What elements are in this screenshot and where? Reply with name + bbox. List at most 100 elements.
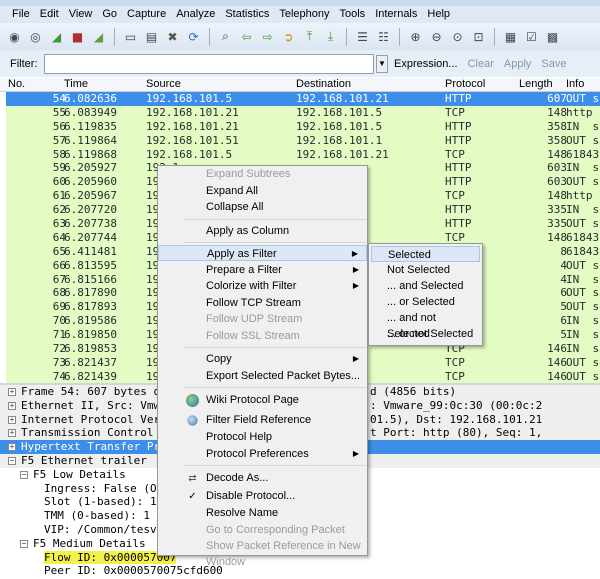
menu-expand-subtrees[interactable]: Expand Subtrees (158, 166, 367, 182)
menu-wiki-protocol-page[interactable]: Wiki Protocol Page (158, 392, 367, 408)
menu-copy[interactable]: Copy ▶ (158, 351, 367, 367)
close-file-button[interactable]: ✖ (164, 28, 181, 45)
tree-item-text-continued: 01.5), Dst: 192.168.101.21 (370, 412, 543, 426)
clear-button[interactable]: Clear (468, 58, 494, 70)
collapse-icon[interactable]: − (20, 539, 28, 548)
go-first-button[interactable]: ⤒ (301, 28, 318, 45)
cell-time: 6.819850 (64, 328, 117, 342)
menu-go[interactable]: Go (102, 6, 117, 23)
submenu-item-and-not-selected[interactable]: ... and not Selected (371, 310, 480, 340)
menu-protocol-preferences[interactable]: Protocol Preferences ▶ (158, 446, 367, 462)
menu-internals[interactable]: Internals (375, 6, 417, 23)
reload-button[interactable]: ⟳ (185, 28, 202, 45)
menu-protocol-help[interactable]: Protocol Help (158, 429, 367, 445)
expand-icon[interactable]: + (8, 429, 16, 438)
filter-input[interactable] (44, 53, 374, 74)
apply-button[interactable]: Apply (504, 58, 532, 70)
go-back-button[interactable]: ⇦ (238, 28, 255, 45)
menu-view[interactable]: View (69, 6, 93, 23)
auto-scroll-button[interactable]: ☷ (375, 28, 392, 45)
save-button[interactable]: Save (541, 58, 566, 70)
zoom-in-button[interactable]: ⊕ (407, 28, 424, 45)
menu-expand-all[interactable]: Expand All (158, 183, 367, 199)
filter-dropdown-button[interactable]: ▼ (376, 54, 388, 73)
menu-statistics[interactable]: Statistics (225, 6, 269, 23)
cell-info: OUT s (566, 286, 600, 300)
column-header-destination[interactable]: Destination (296, 78, 351, 90)
start-capture-button[interactable]: ◢ (48, 28, 65, 45)
submenu-item-or-selected[interactable]: ... or Selected (371, 294, 480, 310)
column-header-protocol[interactable]: Protocol (445, 78, 485, 90)
expand-icon[interactable]: + (8, 401, 16, 410)
menu-decode-as[interactable]: ⇄ Decode As... (158, 470, 367, 486)
menu-follow-udp[interactable]: Follow UDP Stream (158, 311, 367, 327)
cell-length: 603 (547, 175, 567, 189)
submenu-item-selected[interactable]: Selected (371, 246, 480, 262)
menu-apply-as-column[interactable]: Apply as Column (158, 223, 367, 239)
menu-tools[interactable]: Tools (340, 6, 366, 23)
go-forward-icon: ⇨ (262, 29, 273, 44)
packet-row[interactable]: 54 6.082636 192.168.101.5 192.168.101.21 HTT… (6, 92, 600, 106)
tree-item-text: F5 Low Details (33, 467, 126, 481)
column-header-no[interactable]: No. (8, 78, 25, 90)
decode-icon: ⇄ (188, 473, 197, 484)
coloring-rules-button[interactable]: ▩ (544, 28, 561, 45)
resize-columns-button[interactable]: ⊡ (470, 28, 487, 45)
packet-row[interactable]: 56 6.119835 192.168.101.21 192.168.101.5 HTT… (6, 119, 600, 134)
collapse-icon[interactable]: − (20, 470, 28, 479)
go-to-packet-button[interactable]: ➲ (280, 28, 297, 45)
menu-follow-tcp[interactable]: Follow TCP Stream (158, 295, 367, 311)
submenu-item-or-not-selected[interactable]: ... or not Selected (371, 326, 480, 342)
menu-prepare-filter[interactable]: Prepare a Filter ▶ (158, 262, 367, 278)
menu-capture[interactable]: Capture (127, 6, 166, 23)
menu-export-bytes[interactable]: Export Selected Packet Bytes... (158, 368, 367, 384)
cell-time: 6.119835 (64, 119, 117, 133)
menu-collapse-all[interactable]: Collapse All (158, 199, 367, 215)
submenu-item-not-selected[interactable]: Not Selected (371, 262, 480, 278)
menu-follow-ssl[interactable]: Follow SSL Stream (158, 328, 367, 344)
menu-resolve-name[interactable]: Resolve Name (158, 505, 367, 521)
expand-icon[interactable]: + (8, 443, 16, 452)
stop-capture-button[interactable]: ■ (69, 28, 86, 45)
open-file-button[interactable]: ▭ (122, 28, 139, 45)
expand-icon[interactable]: + (8, 415, 16, 424)
packet-row[interactable]: 55 6.083949 192.168.101.21 192.168.101.5 TCP… (6, 105, 600, 120)
menu-analyze[interactable]: Analyze (176, 6, 215, 23)
column-header-time[interactable]: Time (64, 78, 88, 90)
menu-disable-protocol[interactable]: ✓ Disable Protocol... (158, 488, 367, 504)
tree-item[interactable]: Peer ID: 0x0000570075cfd600 (0, 564, 600, 578)
submenu-item-and-selected[interactable]: ... and Selected (371, 278, 480, 294)
expression-button[interactable]: Expression... (394, 58, 458, 70)
find-packet-button[interactable]: ⌕ (217, 28, 234, 45)
colorize-button[interactable]: ☰ (354, 28, 371, 45)
menu-help[interactable]: Help (427, 6, 450, 23)
menu-telephony[interactable]: Telephony (279, 6, 329, 23)
save-file-button[interactable]: ▤ (143, 28, 160, 45)
menu-file[interactable]: File (12, 6, 30, 23)
capture-options-button[interactable]: ◎ (27, 28, 44, 45)
packet-row[interactable]: 57 6.119864 192.168.101.51 192.168.101.1 HTT… (6, 133, 600, 148)
cell-info: IN s (566, 314, 600, 328)
menu-goto-corresponding[interactable]: Go to Corresponding Packet (158, 522, 367, 538)
menu-filter-field-reference[interactable]: Filter Field Reference (158, 412, 367, 428)
menu-edit[interactable]: Edit (40, 6, 59, 23)
display-filters-button[interactable]: ☑ (523, 28, 540, 45)
menu-show-reference[interactable]: Show Packet Reference in New Window (158, 538, 367, 568)
interface-list-button[interactable]: ◉ (6, 28, 23, 45)
expand-icon[interactable]: + (8, 388, 16, 396)
column-header-source[interactable]: Source (146, 78, 181, 90)
zoom-normal-icon: ⊙ (452, 29, 463, 44)
zoom-normal-button[interactable]: ⊙ (449, 28, 466, 45)
restart-capture-button[interactable]: ◢ (90, 28, 107, 45)
go-last-button[interactable]: ⤓ (322, 28, 339, 45)
menu-apply-as-filter[interactable]: Apply as Filter ▶ (158, 245, 367, 261)
tree-item-text: VIP: /Common/tesvip (44, 522, 170, 536)
menu-colorize-with-filter[interactable]: Colorize with Filter ▶ (158, 278, 367, 294)
column-header-info[interactable]: Info (566, 78, 584, 90)
column-header-length[interactable]: Length (519, 78, 553, 90)
packet-row[interactable]: 58 6.119868 192.168.101.5 192.168.101.21 TCP… (6, 147, 600, 162)
collapse-icon[interactable]: − (8, 456, 16, 465)
capture-filters-button[interactable]: ▦ (502, 28, 519, 45)
zoom-out-button[interactable]: ⊖ (428, 28, 445, 45)
go-forward-button[interactable]: ⇨ (259, 28, 276, 45)
